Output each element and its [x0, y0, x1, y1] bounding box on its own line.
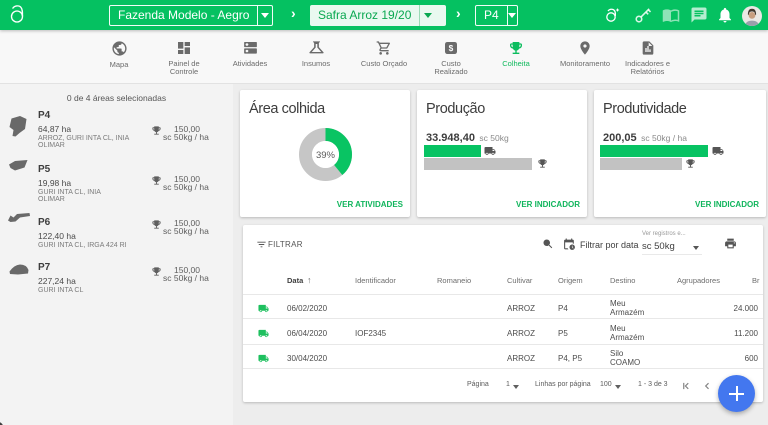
- svg-text:$: $: [449, 43, 454, 53]
- svg-text:39%: 39%: [316, 150, 336, 161]
